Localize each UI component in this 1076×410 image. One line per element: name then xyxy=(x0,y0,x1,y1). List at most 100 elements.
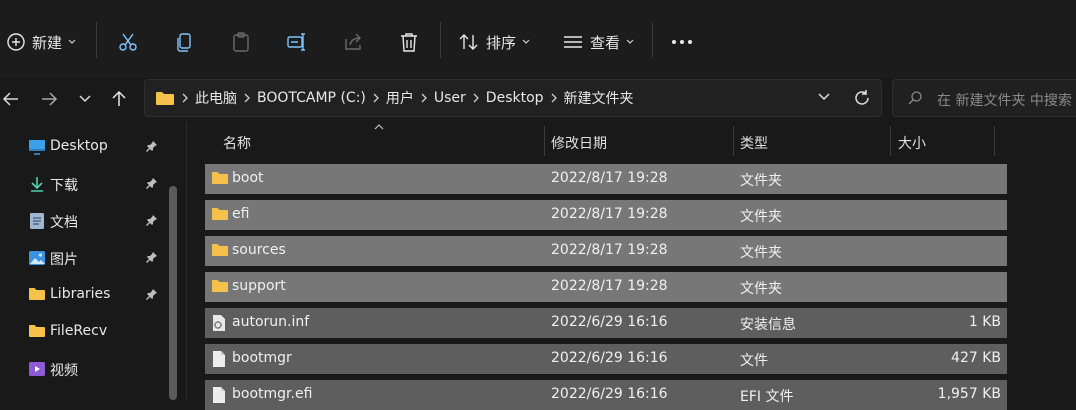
pin-icon[interactable] xyxy=(146,288,158,300)
file-name: boot xyxy=(232,170,264,186)
sidebar-item-label: FileRecv xyxy=(50,323,108,339)
breadcrumb-item[interactable]: Desktop xyxy=(486,90,544,106)
file-type: 文件夹 xyxy=(740,245,782,261)
column-header-modified[interactable]: 修改日期 xyxy=(551,126,607,160)
column-header-type[interactable]: 类型 xyxy=(740,126,768,160)
search-input[interactable]: 在 新建文件夹 中搜索 xyxy=(892,79,1076,117)
clipboard-icon xyxy=(230,31,252,53)
pictures-icon xyxy=(28,249,46,267)
view-button-label: 查看 xyxy=(590,33,621,52)
more-options-button[interactable] xyxy=(670,22,694,62)
file-type: 安装信息 xyxy=(740,317,796,333)
chevron-down-icon xyxy=(68,39,76,45)
file-type: 文件夹 xyxy=(740,173,782,189)
file-row[interactable]: bootmgr 2022/6/29 16:16 文件 427 KB xyxy=(205,344,1007,374)
file-modified: 2022/8/17 19:28 xyxy=(551,278,668,294)
breadcrumb-item[interactable]: User xyxy=(434,90,466,106)
pin-icon[interactable] xyxy=(146,177,158,189)
pin-icon[interactable] xyxy=(146,251,158,263)
share-icon xyxy=(342,31,364,53)
copy-icon xyxy=(174,31,196,53)
sidebar-item-pictures[interactable]: 图片 xyxy=(0,241,170,275)
file-row[interactable]: bootmgr.efi 2022/6/29 16:16 EFI 文件 1,957… xyxy=(205,380,1007,410)
sidebar-item-downloads[interactable]: 下载 xyxy=(0,167,170,201)
cut-button[interactable] xyxy=(117,22,139,62)
delete-button[interactable] xyxy=(398,22,420,62)
file-icon xyxy=(211,350,227,368)
file-name: autorun.inf xyxy=(232,314,310,330)
address-bar[interactable]: 此电脑 BOOTCAMP (C:) 用户 User Desktop 新建文件夹 xyxy=(144,79,882,117)
file-name: sources xyxy=(232,242,286,258)
breadcrumb: 此电脑 BOOTCAMP (C:) 用户 User Desktop 新建文件夹 xyxy=(155,80,634,116)
column-divider[interactable] xyxy=(544,126,545,156)
file-name: bootmgr xyxy=(232,350,292,366)
chevron-right-icon xyxy=(473,93,479,103)
breadcrumb-item[interactable]: 新建文件夹 xyxy=(564,88,634,108)
pin-icon[interactable] xyxy=(146,140,158,152)
file-row[interactable]: sources 2022/8/17 19:28 文件夹 xyxy=(205,236,1007,266)
sort-button-label: 排序 xyxy=(486,33,517,52)
folder-icon xyxy=(211,170,229,186)
arrow-up-icon xyxy=(111,90,127,108)
file-row[interactable]: efi 2022/8/17 19:28 文件夹 xyxy=(205,200,1007,230)
chevron-right-icon xyxy=(373,93,379,103)
sort-button[interactable]: 排序 xyxy=(458,22,530,62)
column-header-size[interactable]: 大小 xyxy=(898,126,926,160)
new-button[interactable]: 新建 xyxy=(6,22,76,62)
column-divider[interactable] xyxy=(994,126,995,156)
column-divider[interactable] xyxy=(890,126,891,156)
file-icon xyxy=(211,386,227,404)
up-button[interactable] xyxy=(104,84,134,114)
navigation-pane: Desktop 下载 文档 图片 Libraries FileRecv 视频 xyxy=(0,122,187,400)
sidebar-item-libraries[interactable]: Libraries xyxy=(0,278,170,312)
command-bar: 新建 排序 查看 xyxy=(0,0,1076,78)
refresh-icon[interactable] xyxy=(853,89,871,107)
folder-icon xyxy=(28,286,46,304)
chevron-down-icon xyxy=(626,39,634,45)
rename-icon xyxy=(286,31,308,53)
recent-locations-button[interactable] xyxy=(70,84,100,114)
navigation-bar: 此电脑 BOOTCAMP (C:) 用户 User Desktop 新建文件夹 … xyxy=(0,78,1076,123)
column-header-name[interactable]: 名称 xyxy=(223,126,251,160)
breadcrumb-item[interactable]: BOOTCAMP (C:) xyxy=(257,90,366,106)
desktop-icon xyxy=(28,138,46,156)
scissors-icon xyxy=(117,31,139,53)
file-row[interactable]: boot 2022/8/17 19:28 文件夹 xyxy=(205,164,1007,194)
paste-button[interactable] xyxy=(230,22,252,62)
forward-button[interactable] xyxy=(34,84,64,114)
chevron-right-icon xyxy=(551,93,557,103)
chevron-right-icon xyxy=(421,93,427,103)
rename-button[interactable] xyxy=(286,22,308,62)
folder-icon xyxy=(28,323,46,341)
view-button[interactable]: 查看 xyxy=(562,22,634,62)
sidebar-item-filerecv[interactable]: FileRecv xyxy=(0,315,170,349)
file-name: support xyxy=(232,278,286,294)
sidebar-item-documents[interactable]: 文档 xyxy=(0,204,170,238)
trash-icon xyxy=(398,31,420,53)
copy-button[interactable] xyxy=(174,22,196,62)
file-size: 1 KB xyxy=(968,314,1001,330)
toolbar-divider xyxy=(96,22,97,58)
file-size: 427 KB xyxy=(951,350,1001,366)
address-dropdown-chevron-icon[interactable] xyxy=(817,92,831,102)
share-button[interactable] xyxy=(342,22,364,62)
sidebar-item-desktop[interactable]: Desktop xyxy=(0,130,170,164)
file-row[interactable]: autorun.inf 2022/6/29 16:16 安装信息 1 KB xyxy=(205,308,1007,338)
file-row[interactable]: support 2022/8/17 19:28 文件夹 xyxy=(205,272,1007,302)
pin-icon[interactable] xyxy=(146,214,158,226)
back-button[interactable] xyxy=(0,84,26,114)
sidebar-scrollbar[interactable] xyxy=(169,186,177,400)
file-modified: 2022/6/29 16:16 xyxy=(551,314,668,330)
sidebar-item-label: 视频 xyxy=(50,363,78,379)
column-divider[interactable] xyxy=(733,126,734,156)
file-list: 名称 修改日期 类型 大小 boot 2022/8/17 19:28 文件夹 e… xyxy=(187,122,1076,410)
more-dots-icon xyxy=(670,39,694,45)
sidebar-item-videos[interactable]: 视频 xyxy=(0,352,170,386)
file-modified: 2022/6/29 16:16 xyxy=(551,350,668,366)
breadcrumb-item[interactable]: 此电脑 xyxy=(195,88,237,108)
file-type: 文件夹 xyxy=(740,281,782,297)
chevron-right-icon xyxy=(182,93,188,103)
file-modified: 2022/8/17 19:28 xyxy=(551,206,668,222)
breadcrumb-item[interactable]: 用户 xyxy=(386,88,414,108)
folder-icon xyxy=(211,278,229,294)
